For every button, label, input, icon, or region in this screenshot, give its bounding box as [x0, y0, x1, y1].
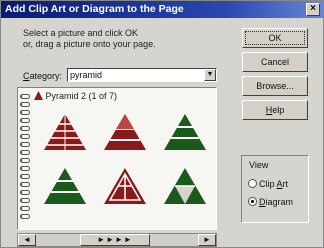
radio-clip-art-icon[interactable]: [248, 179, 257, 188]
spiral-binding-icon: [20, 94, 32, 228]
instructions-line-1: Select a picture and click OK: [23, 28, 139, 38]
clip-art-label-pre: Clip: [259, 179, 277, 189]
instructions-text: Select a picture and click OK or, drag a…: [23, 28, 203, 50]
pyramid-thumb-2[interactable]: [100, 110, 150, 154]
scroll-right-icon[interactable]: ►: [198, 234, 216, 246]
radio-diagram-icon[interactable]: [248, 197, 257, 206]
cancel-button[interactable]: Cancel: [242, 52, 308, 72]
category-label: Category:: [23, 71, 62, 81]
clip-art-label-post: rt: [282, 179, 289, 189]
view-diagram-radio[interactable]: Diagram: [248, 196, 293, 208]
pyramid-thumb-1[interactable]: [40, 110, 90, 154]
view-clip-art-radio[interactable]: Clip Art: [248, 178, 288, 190]
pyramid-thumb-3[interactable]: [160, 110, 210, 154]
chevron-down-icon[interactable]: ▼: [204, 69, 216, 81]
close-button[interactable]: ×: [306, 3, 320, 16]
view-group-label: View: [248, 160, 270, 170]
gallery-title: Pyramid 2 (1 of 7): [34, 91, 117, 101]
diagram-label-post: iagram: [265, 197, 294, 207]
pyramid-small-icon: [34, 91, 43, 100]
pyramid-thumb-5[interactable]: [100, 164, 150, 208]
ok-button[interactable]: OK: [242, 28, 308, 48]
clip-gallery: Pyramid 2 (1 of 7): [17, 87, 217, 230]
browse-button[interactable]: Browse...: [242, 76, 308, 96]
gallery-scrollbar[interactable]: ◄ ►►►► ►: [17, 233, 217, 247]
category-combobox[interactable]: pyramid ▼: [67, 68, 217, 82]
help-label-rest: elp: [272, 105, 285, 115]
pyramid-thumb-6[interactable]: [160, 164, 210, 208]
dialog-title-bar: Add Clip Art or Diagram to the Page ×: [1, 1, 323, 18]
scroll-left-icon[interactable]: ◄: [18, 234, 36, 246]
view-group: View Clip Art Diagram: [241, 155, 309, 223]
dialog-title: Add Clip Art or Diagram to the Page: [5, 3, 184, 15]
category-label-rest: ategory:: [29, 71, 63, 81]
instructions-line-2: or, drag a picture onto your page.: [23, 39, 156, 49]
add-clip-art-dialog: Add Clip Art or Diagram to the Page × Se…: [0, 0, 324, 248]
scroll-thumb[interactable]: ►►►►: [80, 234, 150, 246]
help-button[interactable]: Help: [242, 100, 308, 120]
pyramid-thumb-4[interactable]: [40, 164, 90, 208]
gallery-title-text: Pyramid 2 (1 of 7): [45, 91, 118, 101]
category-value: pyramid: [70, 70, 103, 80]
